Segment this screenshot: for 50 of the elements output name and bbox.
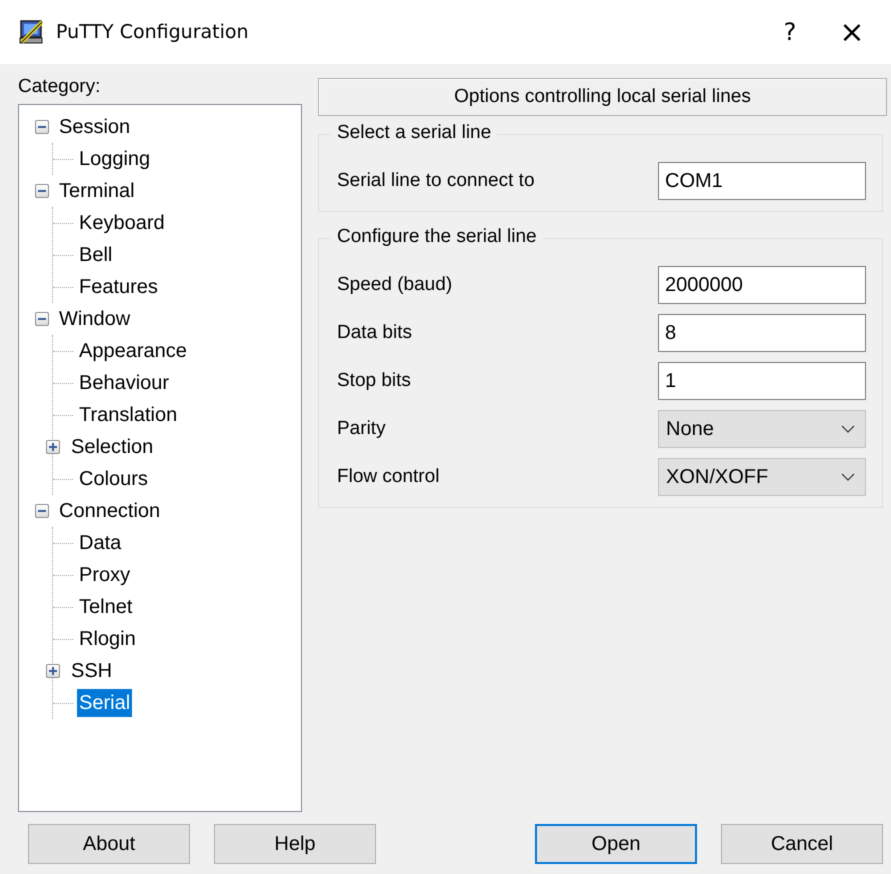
- input-field[interactable]: 8: [658, 314, 866, 352]
- help-button[interactable]: ?: [759, 7, 821, 57]
- field-label: Data bits: [337, 322, 413, 344]
- collapse-icon[interactable]: [35, 312, 49, 326]
- tree-item[interactable]: Features: [77, 273, 160, 301]
- app-icon: [18, 18, 46, 46]
- caret-icon: [841, 473, 855, 481]
- tree-item[interactable]: Data: [77, 529, 124, 557]
- collapse-icon[interactable]: [35, 120, 49, 134]
- field-label: Parity: [337, 418, 387, 440]
- caret-icon: [841, 425, 855, 433]
- tree-item[interactable]: SSH: [69, 657, 114, 685]
- tree-item[interactable]: Selection: [69, 433, 156, 461]
- close-button[interactable]: ×: [821, 7, 883, 57]
- dropdown[interactable]: None: [658, 410, 866, 448]
- tree-item[interactable]: Appearance: [77, 337, 189, 365]
- field-label: Flow control: [337, 466, 440, 488]
- field-label: Stop bits: [337, 370, 412, 392]
- tree-item[interactable]: Serial: [77, 689, 132, 717]
- dialog-button[interactable]: Cancel: [721, 824, 883, 864]
- tree-item[interactable]: Rlogin: [77, 625, 138, 653]
- tree-item[interactable]: Proxy: [77, 561, 132, 589]
- tree-item[interactable]: Telnet: [77, 593, 134, 621]
- category-label: Category:: [18, 76, 100, 98]
- tree-item[interactable]: Window: [57, 305, 132, 333]
- expand-icon[interactable]: [46, 664, 60, 678]
- field-label: Serial line to connect to: [337, 170, 536, 192]
- tree-item[interactable]: Session: [57, 113, 132, 141]
- group-title: Configure the serial line: [331, 226, 543, 248]
- tree-item[interactable]: Logging: [77, 145, 152, 173]
- input-field[interactable]: 1: [658, 362, 866, 400]
- tree-item[interactable]: Colours: [77, 465, 150, 493]
- panel-header: Options controlling local serial lines: [318, 78, 887, 116]
- input-field[interactable]: 2000000: [658, 266, 866, 304]
- tree-item[interactable]: Bell: [77, 241, 114, 269]
- expand-icon[interactable]: [46, 440, 60, 454]
- tree-item[interactable]: Terminal: [57, 177, 137, 205]
- dropdown[interactable]: XON/XOFF: [658, 458, 866, 496]
- window-title: PuTTY Configuration: [56, 21, 250, 43]
- collapse-icon[interactable]: [35, 504, 49, 518]
- collapse-icon[interactable]: [35, 184, 49, 198]
- tree-item[interactable]: Keyboard: [77, 209, 167, 237]
- tree-item[interactable]: Connection: [57, 497, 162, 525]
- input-field[interactable]: COM1: [658, 162, 866, 200]
- dialog-button[interactable]: Help: [214, 824, 376, 864]
- tree-item[interactable]: Behaviour: [77, 369, 172, 397]
- tree-item[interactable]: Translation: [77, 401, 180, 429]
- field-label: Speed (baud): [337, 274, 454, 296]
- dialog-button[interactable]: Open: [535, 824, 697, 864]
- dialog-button[interactable]: About: [28, 824, 190, 864]
